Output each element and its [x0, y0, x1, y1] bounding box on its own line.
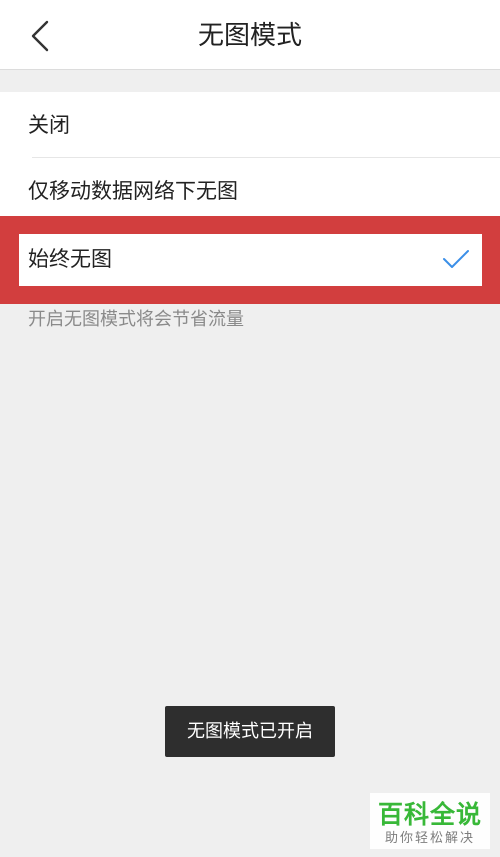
option-label: 关闭: [28, 113, 70, 137]
option-no-images-on-mobile-data[interactable]: 仅移动数据网络下无图: [0, 158, 500, 224]
hint-text: 开启无图模式将会节省流量: [28, 309, 244, 330]
option-label: 始终无图: [28, 247, 112, 271]
option-label: 仅移动数据网络下无图: [28, 179, 238, 203]
toast-message: 无图模式已开启: [165, 706, 335, 757]
watermark-logo: 百科全说 助你轻松解决: [370, 793, 490, 849]
page-title: 无图模式: [197, 21, 302, 51]
watermark-subtitle: 助你轻松解决: [384, 831, 475, 846]
watermark-title: 百科全说: [377, 800, 482, 829]
option-always-no-images[interactable]: 始终无图: [19, 234, 482, 286]
option-off[interactable]: 关闭: [0, 92, 500, 158]
option-list: 关闭 仅移动数据网络下无图: [0, 92, 500, 224]
checkmark-icon: [443, 250, 469, 268]
nav-header: 无图模式: [0, 0, 500, 70]
